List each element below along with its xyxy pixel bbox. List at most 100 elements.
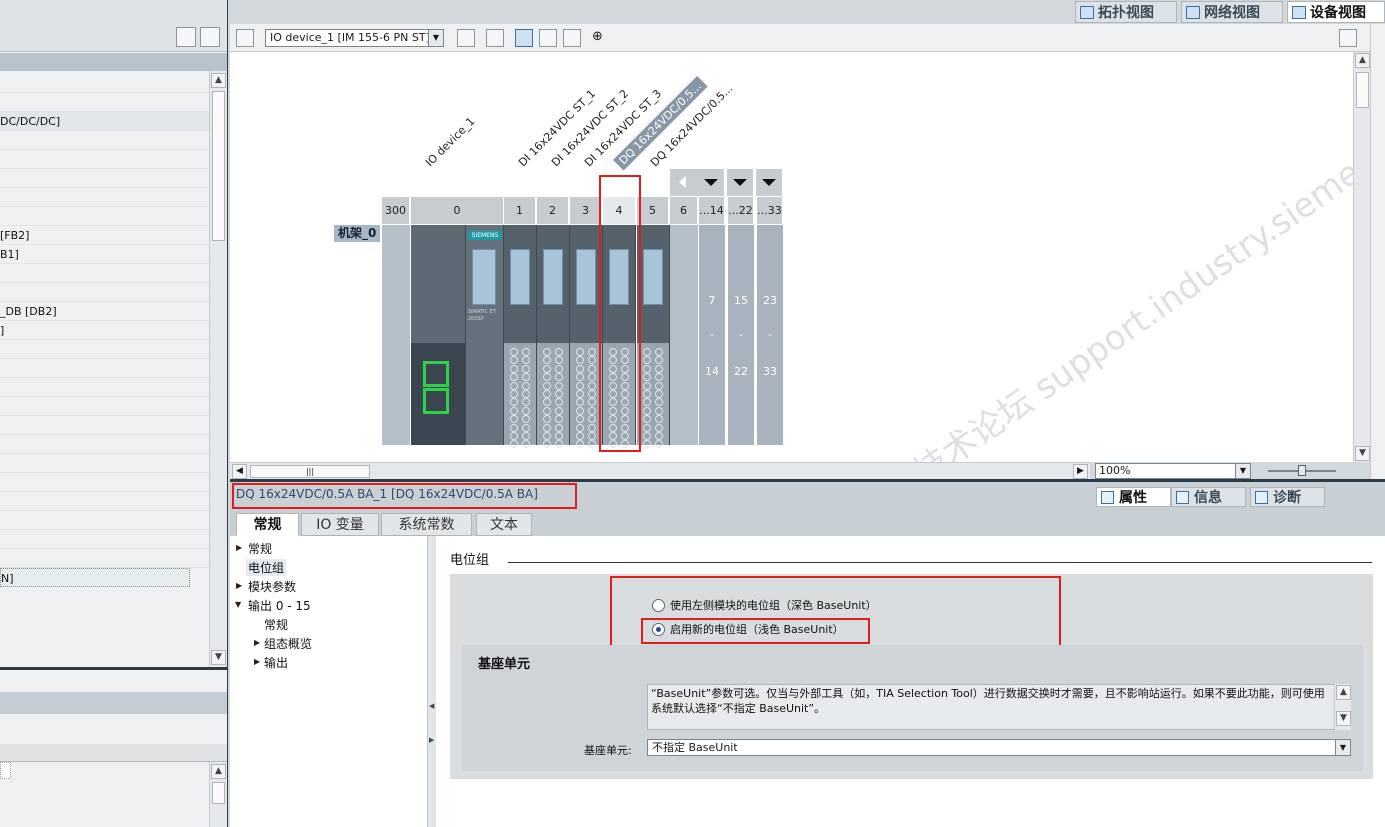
- scroll-left-icon[interactable]: [670, 169, 698, 196]
- collapse-arrow-icon[interactable]: ▼: [235, 600, 241, 609]
- tree-row[interactable]: [FB2]: [0, 226, 209, 245]
- overview-icon[interactable]: [457, 29, 475, 47]
- expand-arrow-icon[interactable]: [698, 169, 724, 196]
- tree-row[interactable]: [0, 492, 209, 511]
- grid-icon[interactable]: [539, 29, 557, 47]
- chevron-down-icon[interactable]: ▼: [1335, 740, 1350, 755]
- tree-row[interactable]: [0, 74, 209, 93]
- tree-row[interactable]: [0, 207, 209, 226]
- device-select[interactable]: IO device_1 [IM 155-6 PN ST] ▼: [265, 29, 444, 47]
- expand-arrow-icon[interactable]: ▶: [254, 657, 260, 666]
- tab-topology-view[interactable]: 拓扑视图: [1075, 1, 1177, 23]
- expand-arrow-icon[interactable]: ▶: [236, 543, 242, 552]
- tree-row[interactable]: [0, 473, 209, 492]
- tab-info[interactable]: 信息: [1171, 487, 1246, 507]
- nav-output-general[interactable]: 常规: [264, 616, 288, 633]
- scroll-thumb[interactable]: |||: [250, 465, 370, 478]
- expand-arrow-icon[interactable]: ▶: [236, 581, 242, 590]
- expand-right-icon[interactable]: ▶: [429, 736, 434, 744]
- nav-output[interactable]: 输出: [264, 654, 288, 671]
- scroll-up-arrow-icon[interactable]: ▲: [211, 764, 226, 779]
- zoom-select[interactable]: 100% ▼: [1095, 463, 1251, 479]
- scroll-thumb[interactable]: [1356, 72, 1369, 108]
- zoom-slider-knob[interactable]: [1298, 465, 1306, 476]
- scroll-down-arrow-icon[interactable]: ▼: [211, 650, 226, 665]
- extension-slot-column[interactable]: 23 - 33: [757, 225, 783, 445]
- tab-system-constants[interactable]: 系统常数: [381, 513, 472, 536]
- scroll-right-arrow-icon[interactable]: ▶: [1073, 464, 1088, 479]
- expand-arrow-icon[interactable]: [756, 169, 782, 196]
- device-tool-icon[interactable]: [236, 29, 254, 47]
- project-tree-scrollbar[interactable]: ▲ ▼: [209, 71, 227, 667]
- module-label[interactable]: IO device_1: [423, 115, 477, 169]
- slot-number[interactable]: 2: [537, 197, 569, 224]
- nav-config-overview[interactable]: 组态概览: [264, 635, 312, 652]
- tree-row[interactable]: N]: [0, 568, 190, 587]
- base-unit-select[interactable]: 不指定 BaseUnit ▼: [647, 739, 1351, 756]
- nav-module-params[interactable]: 模块参数: [248, 578, 296, 595]
- slot-number[interactable]: ...14: [699, 197, 725, 224]
- empty-slot[interactable]: [670, 225, 698, 445]
- tree-row[interactable]: ]: [0, 321, 209, 340]
- io-module-slot-2[interactable]: [537, 225, 570, 449]
- scroll-down-arrow-icon[interactable]: ▼: [1355, 446, 1370, 461]
- task-card-strip[interactable]: [1370, 24, 1385, 480]
- ethernet-port-icon[interactable]: [423, 361, 449, 387]
- expand-arrow-icon[interactable]: ▶: [254, 638, 260, 647]
- tab-general[interactable]: 常规: [236, 513, 299, 536]
- tab-io-tags[interactable]: IO 变量: [301, 513, 379, 536]
- slot-number[interactable]: 0: [411, 197, 504, 224]
- slot-number[interactable]: ...22: [728, 197, 754, 224]
- chevron-down-icon[interactable]: ▼: [1235, 464, 1250, 478]
- extension-slot-column[interactable]: 7 - 14: [699, 225, 725, 445]
- tree-row[interactable]: [0, 169, 209, 188]
- export-button[interactable]: [200, 27, 220, 47]
- inspector-splitter[interactable]: ◀ ▶: [428, 536, 436, 827]
- ethernet-port-icon[interactable]: [423, 388, 449, 414]
- details-scrollbar[interactable]: ▲: [209, 762, 227, 827]
- rack-rail[interactable]: [382, 225, 410, 445]
- tree-row[interactable]: [0, 150, 209, 169]
- slot-number[interactable]: 6: [670, 197, 698, 224]
- interface-module[interactable]: [411, 225, 466, 445]
- tree-row[interactable]: [0, 530, 209, 549]
- tree-row[interactable]: [0, 454, 209, 473]
- io-module-slot-5[interactable]: [637, 225, 670, 449]
- tree-row[interactable]: _DB [DB2]: [0, 302, 209, 321]
- tree-row[interactable]: [0, 188, 209, 207]
- tree-row[interactable]: [0, 511, 209, 530]
- canvas-horizontal-scrollbar[interactable]: ◀ ||| ▶: [230, 462, 1090, 479]
- scroll-left-arrow-icon[interactable]: ◀: [232, 464, 247, 479]
- tab-properties[interactable]: 属性: [1096, 487, 1171, 507]
- tree-row[interactable]: DC/DC/DC]: [0, 112, 209, 131]
- head-module[interactable]: SIEMENS SIMATIC ET 200SP: [466, 225, 504, 445]
- slot-number[interactable]: 300: [382, 197, 410, 224]
- zoom-icon[interactable]: ⊕: [592, 29, 610, 47]
- extension-slot-column[interactable]: 15 - 22: [728, 225, 754, 445]
- slot-number[interactable]: 3: [570, 197, 602, 224]
- tree-row[interactable]: [0, 131, 209, 150]
- scroll-up-arrow-icon[interactable]: ▲: [1336, 685, 1351, 700]
- tree-row[interactable]: [0, 378, 209, 397]
- tree-row[interactable]: [0, 359, 209, 378]
- tree-row[interactable]: [0, 435, 209, 454]
- detail-view-button[interactable]: [176, 27, 196, 47]
- tree-row[interactable]: [0, 283, 209, 302]
- nav-output-range[interactable]: 输出 0 - 15: [248, 597, 311, 614]
- tree-row[interactable]: [0, 264, 209, 283]
- tree-row[interactable]: [0, 397, 209, 416]
- view-toggle-icon[interactable]: [515, 29, 533, 47]
- tree-row[interactable]: [0, 416, 209, 435]
- expand-arrow-icon[interactable]: [727, 169, 753, 196]
- tree-row[interactable]: [0, 93, 209, 112]
- canvas-vertical-scrollbar[interactable]: ▲ ▼: [1353, 52, 1370, 462]
- nav-potential-group[interactable]: 电位组: [246, 559, 287, 576]
- show-names-icon[interactable]: [486, 29, 504, 47]
- slot-number[interactable]: ...33: [757, 197, 783, 224]
- chevron-down-icon[interactable]: ▼: [428, 30, 443, 46]
- tree-row[interactable]: [0, 549, 209, 568]
- scroll-up-arrow-icon[interactable]: ▲: [211, 73, 226, 88]
- description-scrollbar[interactable]: ▲ ▼: [1334, 684, 1351, 730]
- zoom-slider[interactable]: [1268, 465, 1336, 476]
- details-cell[interactable]: [0, 762, 11, 779]
